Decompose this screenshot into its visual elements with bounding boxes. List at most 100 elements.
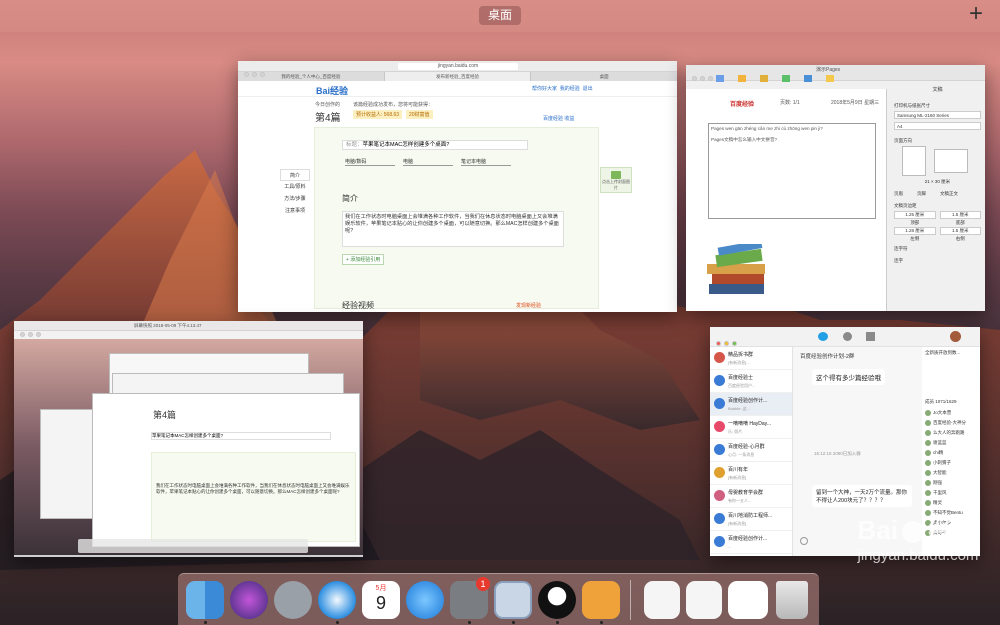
toolbar-comment-icon[interactable] [826,75,834,82]
list-item[interactable]: 百度经验创作计... Bubble: 这... [710,393,792,416]
upload-cover-box[interactable]: 点击上传封面图片 [600,167,632,193]
reward-income: 预计收益人: 568.63 [353,110,403,119]
app-store-icon[interactable] [406,581,444,619]
tab-publish[interactable]: 发布新经验_百度经验 [384,72,532,81]
mini-title-field[interactable]: 苹果笔记本MAC怎样创建多个桌面? [151,432,331,440]
pay-note[interactable]: 百度经验 收益 [543,115,574,122]
paper-select[interactable]: A4 [894,122,981,130]
launchpad-icon[interactable] [274,581,312,619]
contact-message: 百度经验用户... [728,383,756,388]
margin-bottom-field[interactable]: 1.5 厘米 [939,211,981,219]
member-count: 成员 1071/1629 [925,399,957,404]
avatar [714,375,725,386]
mini-intro-text: 我们在工作状态时电脑桌面上会堆满各种工作软件，当我们在休息状态时电脑桌面上又会堆… [151,452,356,542]
apps-tab-icon[interactable] [866,332,875,341]
nav-link-my[interactable]: 我的经验 [560,86,580,92]
margin-top-field[interactable]: 1.25 厘米 [894,211,936,219]
list-item[interactable]: 百度经验创作计...... [710,531,792,554]
safari-window[interactable]: jingyan.baidu.com 我的经验_个人中心_百度经验 发布新经验_百… [238,61,677,312]
nav-link-help[interactable]: 帮你好大家 [532,86,557,92]
list-item[interactable]: chi精 [922,448,980,458]
contact-message: 乐: 照片 [728,429,743,434]
calendar-icon[interactable]: 5月 9 [362,581,400,619]
doc-text-box[interactable]: Pages wen gān zhéng cǎn me zhi cù zhōng … [708,123,876,219]
list-item[interactable]: 大智能 [922,468,980,478]
ligature-checkbox[interactable]: 连字 [894,258,981,264]
list-item[interactable]: Jo大本营 [922,408,980,418]
list-item[interactable]: 小刺猬子 [922,458,980,468]
list-item[interactable]: 刚强 [922,478,980,488]
list-item[interactable]: 百度经验-大神分 [922,418,980,428]
success-message: 该篇经验成功发布，您将可能获得： [353,102,434,108]
list-item[interactable]: 一嘀嘀嘀 HayDay... 乐: 照片 [710,416,792,439]
portrait-option[interactable] [902,146,926,176]
books-image[interactable] [704,244,774,304]
add-reference-button[interactable]: + 添加经验引用 [342,254,385,265]
toolbar-text-icon[interactable] [760,75,768,82]
space-desktop-label[interactable]: 桌面 [479,6,521,25]
body-checkbox[interactable]: 文稿正文 [940,191,958,197]
avatar [714,398,725,409]
add-space-button[interactable]: + [965,2,987,27]
minimized-window-3[interactable] [728,581,768,619]
list-item[interactable]: 谢蓝蓝 [922,438,980,448]
pages-window[interactable]: 演示Pages 百度经验 页数: 1/1 2018年5月9日 星期三 Pages… [686,65,985,311]
list-item[interactable]: 精灵 [922,498,980,508]
margin-right-field[interactable]: 1.5 厘米 [939,227,981,235]
list-item[interactable]: 精品拆书群 [有新消息]... [710,347,792,370]
intro-textarea[interactable]: 我们在工作状态时电脑桌面上会堆满各种工作软件，当我们在休息状态时电脑桌面上又会堆… [342,211,564,247]
category-select-3[interactable]: 笔记本电脑 [461,158,511,166]
pages-toolbar [686,72,985,86]
side-tab-intro[interactable]: 简介 [280,169,310,181]
mini-safari-window[interactable]: 第4篇 苹果笔记本MAC怎样创建多个桌面? 我们在工作状态时电脑桌面上会堆满各种… [92,393,360,547]
chat-tab-icon[interactable] [818,332,828,341]
list-item[interactable]: 母婴教育学会群 有你一五人... [710,485,792,508]
toolbar-shape-icon[interactable] [782,75,790,82]
nav-link-logout[interactable]: 退出 [583,86,593,92]
pages-document[interactable]: 百度经验 页数: 1/1 2018年5月9日 星期三 Pages wen gān… [686,89,887,311]
category-select-2[interactable]: 电脑 [403,158,453,166]
minimized-window-1[interactable] [644,581,680,619]
window-controls[interactable] [244,64,268,82]
url-bar[interactable]: jingyan.baidu.com [398,63,518,70]
side-tab-notes[interactable]: 注意事项 [280,205,310,217]
tab-desktop[interactable]: 桌面 [531,72,677,81]
toolbar-media-icon[interactable] [804,75,812,82]
preview-icon[interactable] [494,581,532,619]
qq-icon[interactable] [538,581,576,619]
list-item[interactable]: 百度经验-心月群 心月: 一条消息 [710,439,792,462]
printer-select[interactable]: Samsung ML-2160 Series [894,111,981,119]
minimized-window-2[interactable] [686,581,722,619]
list-item[interactable]: 千里风 [922,488,980,498]
mini-finder-window[interactable] [40,409,100,519]
list-item[interactable]: 么大人的奔跑路 [922,428,980,438]
safari-icon[interactable] [318,581,356,619]
avatar[interactable] [950,331,961,342]
header-checkbox[interactable]: 页眉 [894,191,903,197]
landscape-option[interactable] [934,149,968,173]
paper-size: 21 × 30 厘米 [924,179,951,184]
screenshot-preview-window[interactable]: 屏幕快照 2018-05-09 下午4.13.47 第4篇 苹果笔记本MAC怎样… [14,321,363,557]
title-field[interactable]: 标题：苹果笔记本MAC怎样创建多个桌面? [342,140,528,150]
trash-icon[interactable] [776,581,808,619]
baidu-jingyan-logo[interactable]: Bai经验 [316,84,348,97]
list-item[interactable]: 百度经验士 百度经验用户... [710,370,792,393]
toolbar-table-icon[interactable] [716,75,724,82]
finder-icon[interactable] [186,581,224,619]
footer-checkbox[interactable]: 页脚 [917,191,926,197]
contacts-tab-icon[interactable] [843,332,852,341]
pages-icon[interactable] [582,581,620,619]
emoji-icon[interactable] [800,537,808,545]
margin-left-field[interactable]: 1.28 厘米 [894,227,936,235]
toolbar-chart-icon[interactable] [738,75,746,82]
ad-link[interactable]: 发现新经验 [516,302,541,309]
list-item[interactable]: 百川有年 [有新消息] [710,462,792,485]
list-item[interactable]: 百川地消防工程师... [有新消息] [710,508,792,531]
intro-heading: 简介 [342,194,358,203]
member-name: 小刺猬子 [933,460,951,465]
side-tab-tools[interactable]: 工具/原料 [280,181,310,193]
siri-icon[interactable] [230,581,268,619]
today-label: 今日创作的 [315,102,341,108]
side-tab-steps[interactable]: 方法/步骤 [280,193,310,205]
category-select-1[interactable]: 电脑/数码 [345,158,395,166]
